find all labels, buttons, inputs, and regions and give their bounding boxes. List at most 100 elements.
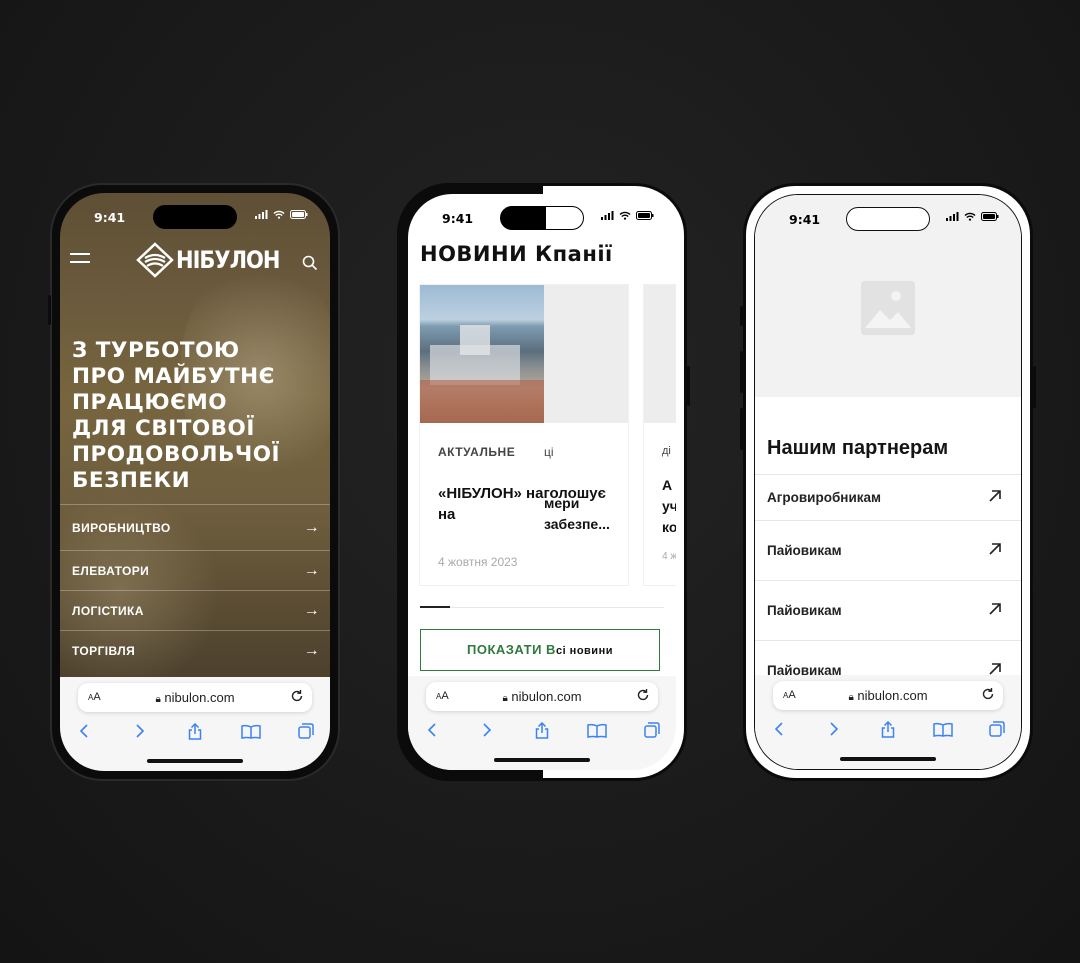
dynamic-island [846,207,930,231]
wifi-icon [619,211,631,220]
nav-label: ЕЛЕВАТОРИ [72,563,150,578]
news-card[interactable]: АКТУАЛЬНЕ ці «НІБУЛОН» наголошує на мери… [420,285,628,585]
news-image [420,285,628,423]
hero-line: ПРАЦЮЄМО [72,390,228,415]
nav-item-elevators[interactable]: ЕЛЕВАТОРИ → [60,550,330,590]
browser-chrome: AA 🔒︎ nibulon.com [755,675,1021,769]
partners-screen: 9:41 Нашим партнерам Агровиробникам Пайо… [754,194,1022,770]
partner-link[interactable]: Пайовикам [755,580,1021,640]
share-icon[interactable] [530,720,554,740]
back-icon[interactable] [72,721,96,741]
forward-icon[interactable] [822,719,846,739]
browser-chrome: AA 🔒︎ nibulon.com [60,677,330,771]
phone-side-button [740,408,743,450]
brand-logo[interactable]: НІБУЛОН [136,242,280,278]
back-icon[interactable] [767,719,791,739]
browser-toolbar [418,720,666,742]
arrow-right-icon: → [303,601,320,619]
news-date: 4 ж [662,551,676,562]
forward-icon[interactable] [128,721,152,741]
bookmarks-icon[interactable] [931,719,955,739]
tabs-icon[interactable] [985,719,1009,739]
search-icon[interactable] [302,255,318,271]
show-all-news-button[interactable]: ПОКАЗАТИ Всі новини [420,629,660,671]
share-icon[interactable] [183,721,207,741]
address-bar[interactable]: AA 🔒︎ nibulon.com [426,682,658,711]
wifi-icon [273,210,285,219]
news-category-partial: ці [544,445,554,459]
carousel-progress [420,606,664,608]
partner-links: Агровиробникам Пайовикам Пайовикам Пайов… [755,474,1021,700]
nav-label: ВИРОБНИЦТВО [72,520,171,535]
news-card[interactable]: ді А уч ко 4 ж [644,285,676,585]
signal-icon [255,210,268,219]
status-icons [255,210,308,219]
home-screen: 9:41 НІБУЛОН З ТУРБОТОЮ ПРО МАЙБУТНЄ ПРА… [60,193,330,771]
forward-icon[interactable] [475,720,499,740]
section-nav: ВИРОБНИЦТВО → ЕЛЕВАТОРИ → ЛОГІСТИКА → ТОРГІ… [60,504,330,670]
menu-icon[interactable] [70,253,90,269]
hero-line: ПРОДОВОЛЬЧОЇ [72,442,281,467]
phone-side-button [1033,366,1036,408]
phone-news-screen: 9:41 НОВИНИ Кпанії АКТУАЛЬНЕ ці «НІБУЛОН… [397,183,690,781]
status-time: 9:41 [442,211,474,226]
hero-heading: З ТУРБОТОЮ ПРО МАЙБУТНЄ ПРАЦЮЄМО ДЛЯ СВІ… [72,338,282,494]
phone-side-button [687,366,690,406]
news-screen: 9:41 НОВИНИ Кпанії АКТУАЛЬНЕ ці «НІБУЛОН… [408,194,676,770]
title-part: НОВИНИ К [420,242,553,266]
partner-link-label: Пайовикам [767,603,842,618]
reload-icon[interactable] [981,687,995,701]
dynamic-island [153,205,237,229]
phone-side-button [740,351,743,393]
button-label: ПОКАЗАТИ В [467,642,556,657]
tabs-icon[interactable] [294,721,318,741]
nav-item-logistics[interactable]: ЛОГІСТИКА → [60,590,330,630]
bookmarks-icon[interactable] [585,720,609,740]
status-time: 9:41 [94,210,126,225]
arrow-up-right-icon [989,490,1001,505]
address-bar[interactable]: AA 🔒︎ nibulon.com [773,681,1003,710]
share-icon[interactable] [876,719,900,739]
headline-line: А [662,477,673,493]
title-part: панії [552,242,613,266]
lock-icon: 🔒︎ [848,692,854,703]
url-text: nibulon.com [511,689,582,704]
partner-link[interactable]: Пайовикам [755,520,1021,580]
news-category: ді [662,445,671,457]
signal-icon [601,211,614,220]
partner-link-label: Пайовикам [767,543,842,558]
lock-icon: 🔒︎ [155,694,161,705]
news-category: АКТУАЛЬНЕ [438,445,516,459]
brand-name: НІБУЛОН [176,246,280,274]
nav-label: ТОРГІВЛЯ [72,643,136,658]
arrow-up-right-icon [989,543,1001,558]
headline-line: уч [662,498,676,514]
arrow-right-icon: → [303,561,320,579]
reload-icon[interactable] [290,689,304,703]
nav-item-trade[interactable]: ТОРГІВЛЯ → [60,630,330,670]
address-bar[interactable]: AA 🔒︎ nibulon.com [78,683,312,712]
arrow-right-icon: → [303,518,320,536]
lock-icon: 🔒︎ [502,693,508,704]
reload-icon[interactable] [636,688,650,702]
hero-line: З ТУРБОТОЮ [72,338,240,363]
news-image [644,285,676,423]
headline-line: ко [662,519,676,535]
partner-link-label: Агровиробникам [767,490,881,505]
signal-icon [946,212,959,221]
bookmarks-icon[interactable] [239,721,263,741]
phone-home-screen: 9:41 НІБУЛОН З ТУРБОТОЮ ПРО МАЙБУТНЄ ПРА… [48,183,340,781]
battery-icon [290,210,308,219]
tabs-icon[interactable] [640,720,664,740]
nav-item-production[interactable]: ВИРОБНИЦТВО → [60,504,330,550]
dynamic-island [500,206,584,230]
battery-icon [981,212,999,221]
partner-link[interactable]: Агровиробникам [755,474,1021,520]
home-indicator [147,759,243,763]
nav-label: ЛОГІСТИКА [72,603,144,618]
browser-toolbar [70,721,320,743]
wifi-icon [964,212,976,221]
back-icon[interactable] [420,720,444,740]
carousel-progress-indicator [420,606,450,608]
arrow-up-right-icon [989,603,1001,618]
